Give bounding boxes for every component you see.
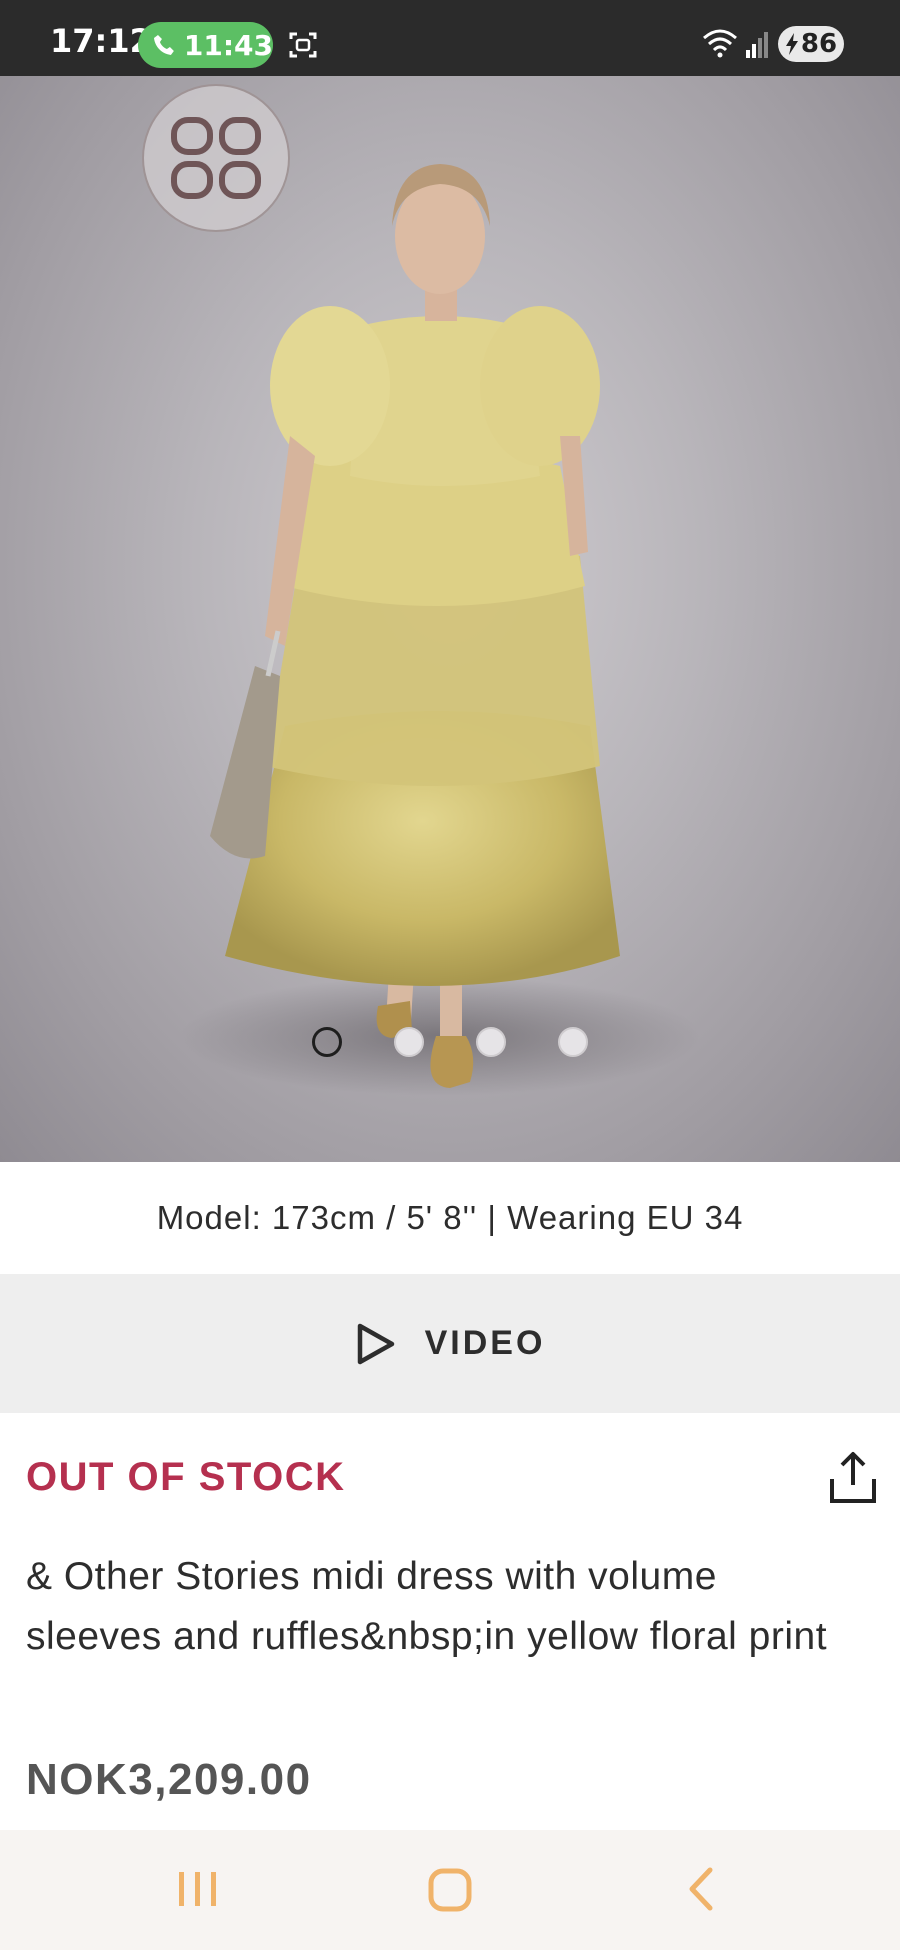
carousel-dot[interactable]	[476, 1027, 506, 1057]
grid-view-button[interactable]	[142, 84, 290, 232]
system-nav-bar	[0, 1830, 900, 1950]
screen-capture-icon	[289, 32, 317, 58]
grid-view-icon	[171, 117, 261, 199]
recent-apps-icon[interactable]	[175, 1866, 221, 1912]
product-title: & Other Stories midi dress with volume s…	[26, 1555, 828, 1658]
product-page: 17:12 11:43 86 Model: 173cm / 5' 8'' | W…	[0, 0, 900, 1950]
wifi-icon	[703, 29, 737, 58]
call-indicator[interactable]: 11:43	[138, 22, 273, 68]
video-button[interactable]: VIDEO	[0, 1274, 900, 1413]
stock-status: OUT OF STOCK	[26, 1455, 346, 1499]
carousel-dot[interactable]	[312, 1027, 342, 1057]
carousel-dot[interactable]	[394, 1027, 424, 1057]
share-icon[interactable]	[828, 1449, 878, 1505]
phone-icon	[153, 35, 174, 55]
status-time: 17:12	[50, 22, 152, 60]
signal-icon	[746, 32, 768, 58]
play-icon	[357, 1323, 394, 1364]
product-details: OUT OF STOCK & Other Stories midi dress …	[0, 1413, 900, 1830]
model-size-info: Model: 173cm / 5' 8'' | Wearing EU 34	[0, 1162, 900, 1274]
charging-icon	[785, 33, 798, 55]
battery-indicator: 86	[778, 26, 844, 62]
video-label: VIDEO	[424, 1324, 546, 1362]
back-icon[interactable]	[686, 1866, 716, 1912]
product-photo	[180, 164, 700, 1096]
carousel-dot[interactable]	[558, 1027, 588, 1057]
product-image-carousel[interactable]	[0, 76, 900, 1162]
status-bar: 17:12 11:43 86	[0, 0, 900, 76]
product-price: NOK3,209.00	[26, 1755, 312, 1804]
battery-level: 86	[800, 29, 838, 59]
call-duration: 11:43	[183, 28, 273, 62]
home-icon[interactable]	[426, 1866, 474, 1914]
carousel-indicator	[312, 1027, 588, 1057]
